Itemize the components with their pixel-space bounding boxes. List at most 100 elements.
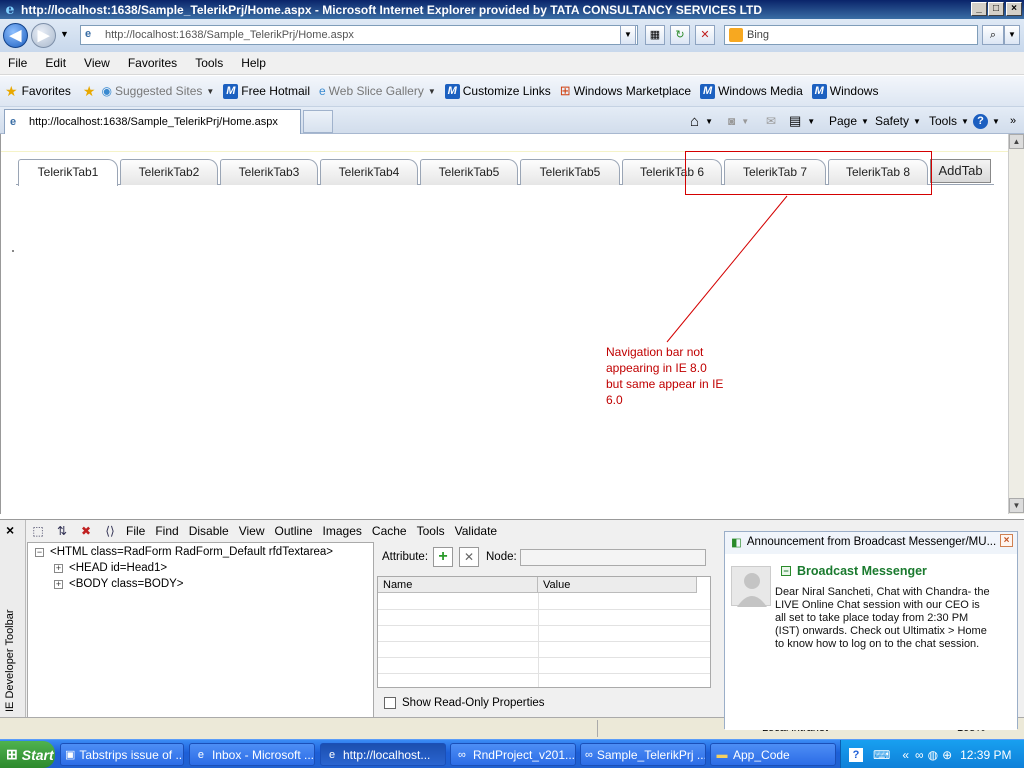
menu-file[interactable]: File [8, 56, 27, 70]
start-button[interactable]: ⊞ Start [0, 741, 55, 768]
collapse-icon[interactable]: − [781, 566, 791, 576]
minimize-button[interactable]: _ [971, 2, 987, 16]
print-button[interactable]: ▤ ▼ [789, 111, 815, 131]
add-attribute-button[interactable]: + [433, 547, 453, 567]
favorites-bar: ★ Favorites ★ ◉ Suggested Sites ▼ M Free… [0, 76, 1024, 107]
dev-menu-tools[interactable]: Tools [417, 524, 445, 538]
recent-pages-chevron-icon[interactable]: ▼ [60, 29, 69, 39]
tree-node-html[interactable]: − <HTML class=RadForm RadForm_Default rf… [35, 546, 333, 558]
windows-flag-icon: ⊞ [559, 83, 571, 98]
printer-icon: ▤ [789, 113, 802, 128]
search-input[interactable]: Bing [724, 25, 978, 45]
menu-tools[interactable]: Tools [195, 56, 223, 70]
dev-menu-disable[interactable]: Disable [189, 524, 229, 538]
show-readonly-checkbox[interactable] [384, 697, 396, 709]
remove-attribute-button[interactable]: ✕ [459, 547, 479, 567]
dev-menu-outline[interactable]: Outline [275, 524, 313, 538]
address-input[interactable]: e http://localhost:1638/Sample_TelerikPr… [80, 25, 638, 45]
dev-menu-cache[interactable]: Cache [372, 524, 407, 538]
maximize-button[interactable]: □ [988, 2, 1004, 16]
tools-menu[interactable]: Tools ▼ [929, 111, 969, 131]
grid-row-line [378, 625, 710, 626]
column-header-name[interactable]: Name [378, 577, 538, 593]
home-button[interactable]: ⌂ ▼ [690, 111, 713, 131]
refresh-dom-icon[interactable]: ⇅ [54, 523, 70, 539]
chevron-down-icon: ▼ [913, 116, 921, 126]
column-header-value[interactable]: Value [538, 577, 697, 593]
popup-close-button[interactable]: × [1000, 534, 1013, 547]
dev-menu-view[interactable]: View [239, 524, 265, 538]
dev-menu-find[interactable]: Find [155, 524, 178, 538]
back-button[interactable]: ◀ [3, 23, 28, 48]
ie-logo-icon: e [5, 1, 15, 18]
messenger-tray-icon[interactable]: ◍ [928, 748, 938, 762]
language-icon[interactable]: ⌨ [873, 748, 890, 762]
fav-customize-links[interactable]: M Customize Links [444, 83, 551, 99]
safety-menu[interactable]: Safety ▼ [875, 111, 921, 131]
show-readonly-option[interactable]: Show Read-Only Properties [384, 697, 545, 709]
fav-suggested-sites[interactable]: ◉ Suggested Sites ▼ [101, 84, 214, 98]
taskbar-item[interactable]: e Inbox - Microsoft ... [189, 743, 315, 766]
taskbar-item[interactable]: ▬ App_Code [710, 743, 836, 766]
antivirus-icon[interactable]: ⊕ [942, 748, 952, 762]
telerik-tab-1[interactable]: TelerikTab1 [18, 159, 118, 186]
fav-free-hotmail[interactable]: M Free Hotmail [223, 83, 310, 99]
taskbar-item-active[interactable]: e http://localhost... [320, 743, 446, 766]
clear-icon[interactable]: ✖ [78, 523, 94, 539]
menu-help[interactable]: Help [241, 56, 266, 70]
page-icon: e [85, 28, 92, 40]
sender-name: Broadcast Messenger [797, 564, 927, 578]
menu-view[interactable]: View [84, 56, 110, 70]
expand-tray-icon[interactable]: « [902, 748, 909, 762]
menu-favorites[interactable]: Favorites [128, 56, 177, 70]
fav-web-slice-gallery[interactable]: e Web Slice Gallery ▼ [319, 84, 436, 98]
menu-edit[interactable]: Edit [45, 56, 66, 70]
network-icon[interactable]: ∞ [915, 748, 924, 762]
add-to-favorites-button[interactable]: ★ [83, 83, 96, 100]
popup-sender: − Broadcast Messenger [781, 564, 927, 578]
browser-tab[interactable]: e http://localhost:1638/Sample_TelerikPr… [4, 109, 301, 134]
page-menu[interactable]: Page ▼ [829, 111, 869, 131]
favorites-label: Favorites [21, 84, 71, 98]
more-commands-chevron-icon[interactable]: » [1010, 111, 1016, 131]
dev-menu-validate[interactable]: Validate [455, 524, 497, 538]
expand-icon[interactable]: + [54, 563, 63, 573]
view-source-icon[interactable]: ⟨⟩ [102, 523, 118, 539]
new-tab-button[interactable] [303, 110, 333, 133]
feeds-button[interactable]: ◙ ▼ [728, 111, 749, 131]
forward-button[interactable]: ▶ [31, 23, 56, 48]
scroll-up-arrow-icon[interactable]: ▲ [1009, 134, 1024, 149]
dev-menu-file[interactable]: File [126, 524, 145, 538]
fav-label: Suggested Sites [114, 84, 203, 98]
read-mail-button[interactable]: ✉ [766, 111, 776, 131]
compatibility-view-button[interactable]: ▦ [645, 25, 665, 45]
expand-icon[interactable]: + [54, 579, 63, 589]
node-input[interactable] [520, 549, 706, 566]
search-button[interactable]: ⌕ [982, 25, 1004, 45]
refresh-button[interactable]: ↻ [670, 25, 690, 45]
address-toolbar: ◀ ▶ ▼ e http://localhost:1638/Sample_Tel… [0, 19, 1024, 52]
grid-row-line [378, 673, 710, 674]
collapse-icon[interactable]: − [35, 547, 44, 557]
page-vertical-scrollbar[interactable]: ▲ ▼ [1008, 134, 1024, 514]
fav-windows-marketplace[interactable]: ⊞ Windows Marketplace [560, 83, 691, 99]
dev-menu-images[interactable]: Images [323, 524, 362, 538]
select-element-icon[interactable]: ⬚ [30, 523, 46, 539]
address-dropdown-button[interactable]: ▼ [620, 25, 636, 45]
taskbar-item[interactable]: ∞ RndProject_v201... [450, 743, 576, 766]
scroll-down-arrow-icon[interactable]: ▼ [1009, 498, 1024, 513]
fav-windows-media[interactable]: M Windows Media [700, 83, 803, 99]
close-icon[interactable]: × [6, 522, 14, 538]
tree-node-body[interactable]: + <BODY class=BODY> [54, 578, 184, 590]
stop-button[interactable]: ✕ [695, 25, 715, 45]
taskbar-item[interactable]: ▣ Tabstrips issue of ... [60, 743, 184, 766]
help-button[interactable]: ? ▼ [973, 111, 1000, 131]
taskbar-item[interactable]: ∞ Sample_TelerikPrj ... [580, 743, 706, 766]
clock: 12:39 PM [960, 747, 1012, 762]
favorites-button[interactable]: ★ Favorites [5, 83, 71, 100]
fav-windows[interactable]: M Windows [811, 83, 878, 99]
tree-node-head[interactable]: + <HEAD id=Head1> [54, 562, 167, 574]
search-options-button[interactable]: ▼ [1004, 25, 1020, 45]
help-icon[interactable]: ? [849, 747, 863, 762]
close-button[interactable]: × [1006, 2, 1022, 16]
